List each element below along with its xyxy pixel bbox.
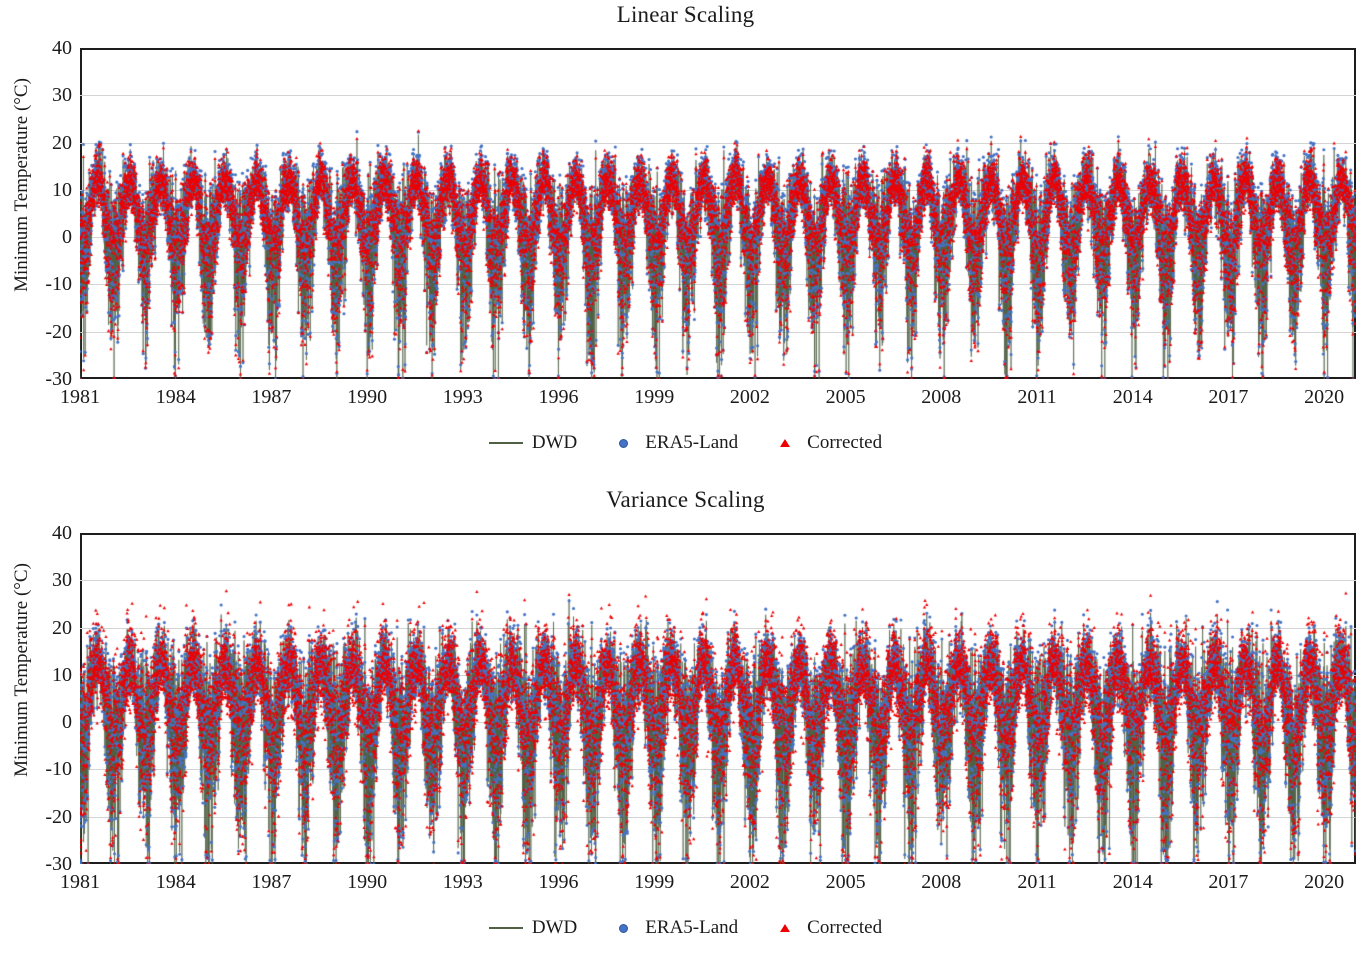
chart-legend: DWD ERA5-Land Corrected — [0, 917, 1371, 939]
plot-area — [80, 48, 1356, 379]
legend-item-corrected: Corrected — [772, 432, 882, 454]
circle-marker-icon — [619, 438, 629, 448]
y-axis-ticks: 40 30 20 10 0 -10 -20 -30 — [0, 523, 72, 874]
x-tick-label: 1996 — [538, 386, 579, 408]
y-tick-label: 40 — [52, 37, 72, 59]
y-tick-label: -10 — [45, 758, 72, 781]
x-tick-label: 1993 — [442, 871, 483, 893]
x-tick-label: 1984 — [155, 871, 196, 893]
y-axis-ticks: 40 30 20 10 0 -10 -20 -30 — [0, 38, 72, 389]
legend-item-dwd: DWD — [488, 917, 578, 939]
legend-item-dwd: DWD — [488, 432, 578, 454]
x-tick-label: 2011 — [1017, 871, 1057, 893]
x-tick-label: 1999 — [634, 386, 675, 408]
legend-label: Corrected — [807, 917, 883, 938]
line-swatch-icon — [488, 442, 523, 444]
legend-label: DWD — [531, 432, 578, 453]
chart-panel-variance-scaling: Variance Scaling Minimum Temperature (°C… — [0, 485, 1371, 969]
x-tick-label: 1987 — [251, 871, 292, 893]
legend-item-era5-land: ERA5-Land — [611, 432, 738, 454]
triangle-marker-icon — [780, 924, 791, 932]
series-canvas — [80, 48, 1356, 379]
chart-panel-linear-scaling: Linear Scaling Minimum Temperature (°C) … — [0, 0, 1371, 484]
x-tick-label: 1987 — [251, 386, 292, 408]
x-tick-label: 1993 — [442, 386, 483, 408]
legend-label: ERA5-Land — [645, 917, 739, 938]
legend-label: ERA5-Land — [645, 432, 739, 453]
y-tick-label: 10 — [52, 663, 72, 686]
x-tick-label: 2014 — [1112, 871, 1153, 893]
x-tick-label: 2014 — [1112, 386, 1153, 408]
x-tick-label: 1990 — [347, 386, 388, 408]
x-tick-label: 2002 — [729, 386, 770, 408]
x-tick-label: 1996 — [538, 871, 579, 893]
x-tick-label: 2017 — [1208, 386, 1249, 408]
x-tick-label: 2008 — [921, 871, 962, 893]
circle-marker-icon — [619, 923, 629, 933]
x-tick-label: 2005 — [825, 386, 866, 408]
y-tick-label: 20 — [52, 131, 72, 154]
x-tick-label: 1999 — [634, 871, 675, 893]
page-title: Variance Scaling — [606, 487, 765, 512]
y-tick-label: -10 — [45, 273, 72, 296]
y-tick-label: 40 — [52, 522, 72, 544]
y-tick-label: -20 — [45, 805, 72, 828]
plot-area — [80, 533, 1356, 864]
x-tick-label: 2020 — [1304, 386, 1345, 408]
legend-item-corrected: Corrected — [772, 917, 882, 939]
x-tick-label: 2020 — [1304, 871, 1345, 893]
x-axis-ticks: 1981 1984 1987 1990 1993 1996 1999 2002 2005 2008… — [60, 386, 1356, 420]
x-tick-label: 1981 — [60, 386, 100, 408]
series-canvas — [80, 533, 1356, 864]
x-tick-label: 2002 — [729, 871, 770, 893]
x-tick-label: 2017 — [1208, 871, 1249, 893]
y-tick-label: 0 — [62, 711, 72, 734]
y-tick-label: 10 — [52, 178, 72, 201]
legend-label: Corrected — [807, 432, 883, 453]
y-tick-label: 30 — [52, 84, 72, 107]
y-tick-label: 20 — [52, 616, 72, 639]
y-tick-label: 0 — [62, 226, 72, 249]
y-tick-label: 30 — [52, 569, 72, 592]
x-tick-label: 1984 — [155, 386, 196, 408]
x-tick-label: 2005 — [825, 871, 866, 893]
page-title: Linear Scaling — [616, 2, 755, 27]
x-tick-label: 2011 — [1017, 386, 1057, 408]
legend-item-era5-land: ERA5-Land — [611, 917, 738, 939]
x-tick-label: 1990 — [347, 871, 388, 893]
x-tick-label: 2008 — [921, 386, 962, 408]
legend-label: DWD — [531, 917, 578, 938]
chart-legend: DWD ERA5-Land Corrected — [0, 432, 1371, 454]
triangle-marker-icon — [780, 439, 791, 447]
line-swatch-icon — [488, 927, 523, 929]
figure-root: Linear Scaling Minimum Temperature (°C) … — [0, 0, 1371, 969]
y-tick-label: -20 — [45, 320, 72, 343]
x-axis-ticks: 1981 1984 1987 1990 1993 1996 1999 2002 2005 2008… — [60, 871, 1356, 905]
x-tick-label: 1981 — [60, 871, 100, 893]
